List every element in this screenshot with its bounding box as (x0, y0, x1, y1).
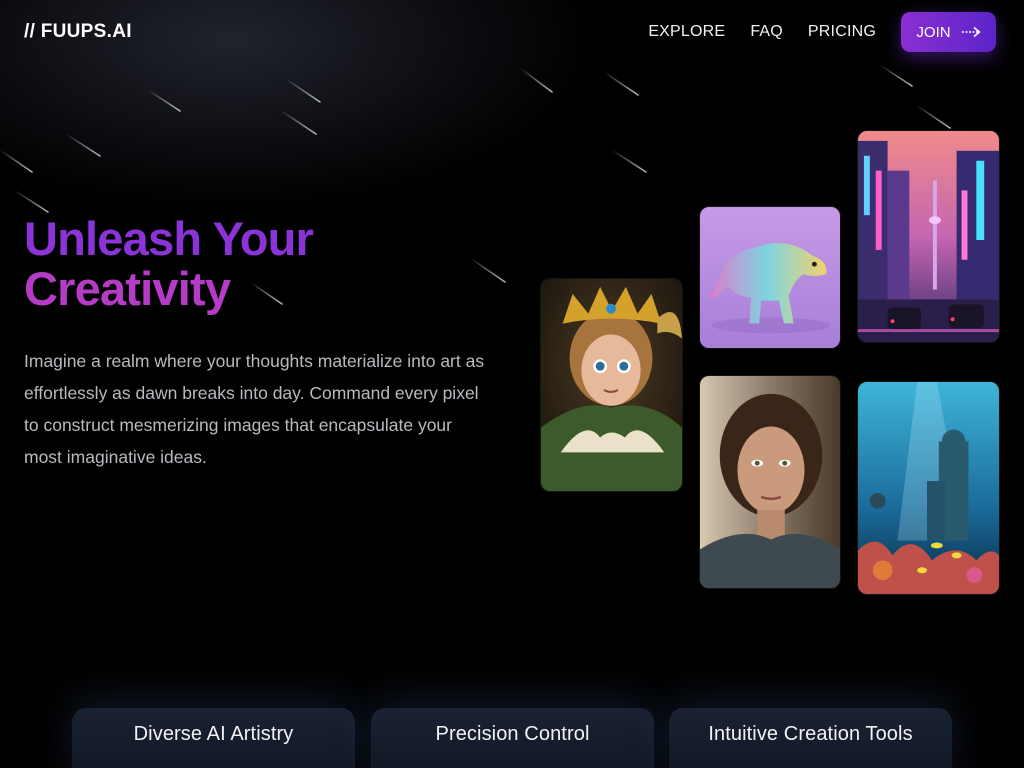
nav-faq-link[interactable]: FAQ (750, 23, 783, 41)
join-button[interactable]: JOIN (901, 12, 996, 52)
nav-pricing-link[interactable]: PRICING (808, 23, 876, 41)
feature-card-intuitive-creation-tools[interactable]: Intuitive Creation Tools (669, 708, 952, 768)
hero-title: Unleash Your Creativity (24, 212, 314, 315)
gallery-image-holographic-dinosaur (699, 206, 841, 349)
gallery-image-neon-city (857, 130, 1000, 343)
gallery-image-underwater-ruins (857, 381, 1000, 595)
join-button-label: JOIN (916, 23, 951, 41)
feature-card-title: Intuitive Creation Tools (708, 723, 913, 745)
top-nav: EXPLORE FAQ PRICING JOIN (648, 12, 996, 52)
hero-title-line-2: Creativity (24, 262, 231, 315)
feature-card-diverse-ai-artistry[interactable]: Diverse AI Artistry (72, 708, 355, 768)
gallery-image-woman-portrait (699, 375, 841, 589)
nav-explore-link[interactable]: EXPLORE (648, 23, 725, 41)
long-arrow-right-icon (961, 26, 981, 38)
feature-card-title: Precision Control (435, 723, 590, 745)
hero-description: Imagine a realm where your thoughts mate… (24, 351, 485, 467)
hero-title-line-1: Unleash Your (24, 212, 314, 265)
feature-card-precision-control[interactable]: Precision Control (371, 708, 654, 768)
gallery-image-fairy-prince (540, 278, 683, 492)
landing-page: // FUUPS.AI EXPLORE FAQ PRICING JOIN Unl… (0, 0, 1024, 768)
feature-card-title: Diverse AI Artistry (133, 723, 294, 745)
brand-logo[interactable]: // FUUPS.AI (24, 21, 132, 43)
